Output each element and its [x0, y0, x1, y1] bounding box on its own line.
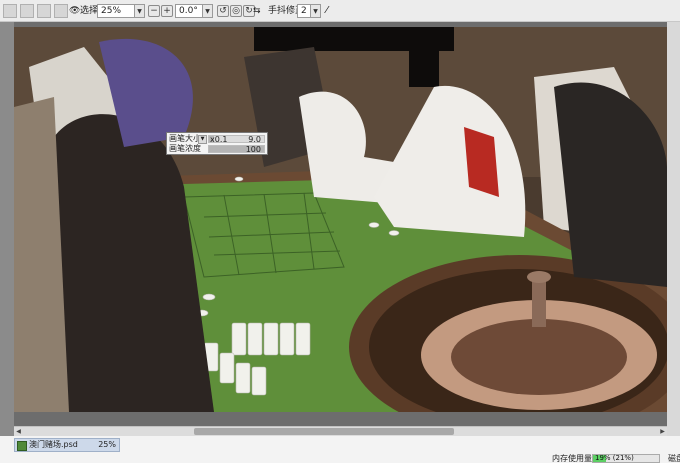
memory-usage-bar: 19% (21%) [592, 454, 660, 463]
scroll-left-icon[interactable]: ◀ [14, 427, 23, 436]
rotate-dropdown[interactable]: ▼ [203, 4, 213, 18]
canvas-right-strip [667, 22, 680, 436]
tool-square-2[interactable] [20, 4, 34, 18]
zoom-dropdown[interactable]: ▼ [135, 4, 145, 18]
brush-density-label: 画笔浓度 [169, 144, 201, 153]
rotate-field[interactable]: 0.0° [175, 4, 203, 18]
brush-size-multiplier: x0.1 [210, 135, 228, 144]
document-name: 澳门赌场.psd [29, 440, 78, 449]
document-icon [17, 441, 27, 451]
bottom-bar: 澳门赌场.psd 25% 内存使用量 19% (21%) 磁盘 [0, 436, 680, 463]
horizontal-scrollbar[interactable]: ◀ ▶ [14, 426, 667, 436]
zoom-in-icon[interactable]: + [161, 5, 173, 17]
zoom-out-icon[interactable]: − [148, 5, 160, 17]
tool-square-4[interactable] [54, 4, 68, 18]
document-tab[interactable]: 澳门赌场.psd 25% [14, 438, 120, 452]
stabilizer-dropdown[interactable]: ▼ [311, 4, 321, 18]
scrollbar-thumb[interactable] [194, 428, 454, 435]
disk-label: 磁盘 [668, 454, 680, 463]
rotate-reset-icon[interactable]: ◎ [230, 5, 242, 17]
tool-square-1[interactable] [3, 4, 17, 18]
canvas-left-strip [0, 22, 14, 436]
brush-size-value: 9.0 [248, 135, 261, 144]
brush-size-slider[interactable]: x0.1 9.0 [208, 135, 265, 144]
eye-icon[interactable]: 👁 [69, 4, 80, 18]
canvas-artwork[interactable] [14, 27, 667, 412]
memory-label: 内存使用量 [552, 454, 592, 463]
rotate-ccw-icon[interactable]: ↺ [217, 5, 229, 17]
tool-square-3[interactable] [37, 4, 51, 18]
artwork-illustration [14, 27, 667, 412]
brush-density-row: 画笔浓度 100 [167, 144, 267, 154]
scroll-right-icon[interactable]: ▶ [658, 427, 667, 436]
stabilizer-field[interactable]: 2 [297, 4, 311, 18]
flip-icon[interactable]: ⇆ [253, 4, 265, 18]
document-zoom: 25% [98, 440, 116, 449]
select-label[interactable]: 选择 [80, 4, 98, 18]
toolbar: 👁 选择 25% ▼ − + 0.0° ▼ ↺ ◎ ↻ ⇆ 手抖修正 2 ▼ ⁄ [0, 0, 680, 22]
brush-density-value: 100 [245, 145, 261, 154]
brush-density-slider[interactable]: 100 [208, 145, 265, 154]
brush-size-dropdown-icon[interactable]: ▼ [198, 135, 207, 144]
pen-stroke-icon[interactable]: ⁄ [326, 4, 336, 18]
brush-size-row: 画笔大小 ▼ x0.1 9.0 [167, 134, 267, 144]
brush-size-label: 画笔大小 [169, 134, 201, 143]
memory-usage-text: 19% (21%) [595, 454, 634, 462]
brush-settings-popup[interactable]: 画笔大小 ▼ x0.1 9.0 画笔浓度 100 [166, 132, 268, 155]
zoom-field[interactable]: 25% [97, 4, 135, 18]
